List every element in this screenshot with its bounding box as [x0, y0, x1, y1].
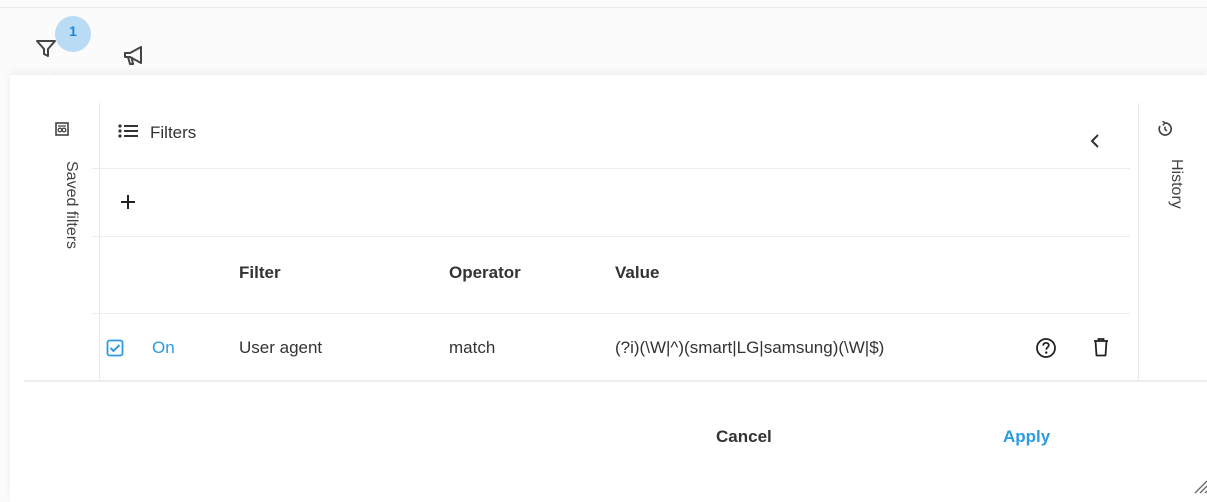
announcements-button[interactable]	[122, 44, 150, 70]
checkbox-checked-icon	[106, 339, 124, 357]
filter-icon	[36, 40, 56, 57]
column-header-filter: Filter	[239, 263, 281, 282]
history-icon[interactable]	[1156, 120, 1174, 143]
trash-icon	[1094, 338, 1108, 357]
delete-button[interactable]	[1090, 336, 1112, 358]
row-divider	[24, 380, 1207, 382]
filter-popover: Saved filters Filters Filter Operator Va…	[10, 75, 1207, 502]
help-button[interactable]	[1035, 337, 1057, 359]
history-rail[interactable]	[1138, 103, 1207, 379]
megaphone-icon	[124, 46, 142, 65]
help-circle-icon	[1036, 338, 1056, 358]
cancel-button[interactable]: Cancel	[716, 427, 772, 447]
chevron-left-icon	[1090, 134, 1099, 148]
row-operator[interactable]: match	[449, 338, 495, 358]
collapse-button[interactable]	[1086, 131, 1106, 151]
row-filter[interactable]: User agent	[239, 338, 322, 358]
column-header-value: Value	[615, 263, 660, 282]
saved-filters-icon[interactable]	[54, 121, 70, 142]
row-value[interactable]: (?i)(\W|^)(smart|LG|samsung)(\W|$)	[615, 338, 884, 358]
column-header-operator: Operator	[449, 263, 521, 282]
saved-filters-label[interactable]: Saved filters	[62, 161, 80, 249]
add-filter-button[interactable]	[118, 192, 138, 212]
filters-header	[92, 103, 1130, 169]
plus-icon	[121, 195, 135, 209]
resize-handle[interactable]	[1187, 473, 1207, 495]
row-enabled-checkbox[interactable]	[106, 339, 124, 357]
header-divider	[92, 313, 1130, 314]
history-label[interactable]: History	[1167, 159, 1185, 209]
add-filter-row	[92, 169, 1130, 237]
list-icon	[117, 122, 139, 145]
apply-button[interactable]: Apply	[1003, 427, 1050, 447]
resize-grip-icon	[1194, 480, 1207, 494]
saved-filters-rail[interactable]	[20, 103, 100, 379]
row-status[interactable]: On	[152, 338, 175, 358]
toolbar: 1	[0, 8, 1207, 83]
filters-title: Filters	[150, 123, 197, 142]
filter-count-badge: 1	[55, 16, 91, 52]
